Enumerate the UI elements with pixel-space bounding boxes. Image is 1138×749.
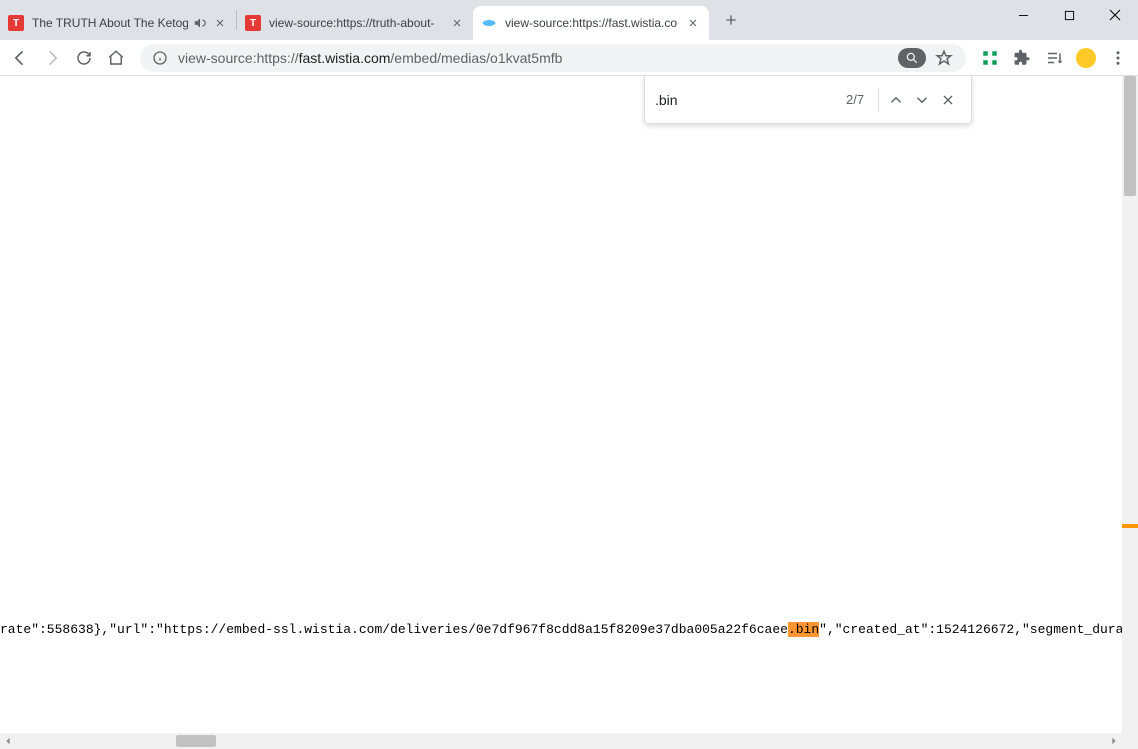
tab-1[interactable]: T The TRUTH About The Ketog <box>0 6 236 40</box>
page-content: 2/7 rate":558638},"url":"https://embed-s… <box>0 76 1122 733</box>
close-icon[interactable] <box>212 15 228 31</box>
extension-grid-icon[interactable] <box>976 44 1004 72</box>
extension-yellow-icon[interactable] <box>1072 44 1100 72</box>
minimize-button[interactable] <box>1000 0 1046 30</box>
favicon-t-icon: T <box>8 15 24 31</box>
find-in-page-bar: 2/7 <box>644 76 972 124</box>
tab-title: view-source:https://fast.wistia.co <box>505 16 681 30</box>
scroll-left-icon[interactable] <box>0 733 16 749</box>
favicon-wistia-icon <box>481 15 497 31</box>
find-close-button[interactable] <box>935 86 961 114</box>
window-close-button[interactable] <box>1092 0 1138 30</box>
address-bar[interactable]: view-source:https://fast.wistia.com/embe… <box>140 44 966 72</box>
tab-3-active[interactable]: view-source:https://fast.wistia.co <box>473 6 709 40</box>
tab-2[interactable]: T view-source:https://truth-about- <box>237 6 473 40</box>
home-button[interactable] <box>102 44 130 72</box>
find-highlight: .bin <box>788 622 819 637</box>
url-text: view-source:https://fast.wistia.com/embe… <box>178 50 898 66</box>
extensions-icon[interactable] <box>1008 44 1036 72</box>
new-tab-button[interactable] <box>717 6 745 34</box>
audio-icon[interactable] <box>192 15 208 31</box>
find-previous-button[interactable] <box>883 86 909 114</box>
scrollbar-corner <box>1122 733 1138 749</box>
scrollbar-track[interactable] <box>16 733 1106 749</box>
forward-button[interactable] <box>38 44 66 72</box>
browser-tab-strip: T The TRUTH About The Ketog T view-sourc… <box>0 0 1138 40</box>
favicon-t-icon: T <box>245 15 261 31</box>
window-controls <box>1000 0 1138 30</box>
scroll-right-icon[interactable] <box>1106 733 1122 749</box>
close-icon[interactable] <box>449 15 465 31</box>
browser-toolbar: view-source:https://fast.wistia.com/embe… <box>0 40 1138 76</box>
back-button[interactable] <box>6 44 34 72</box>
find-input[interactable] <box>655 92 836 108</box>
find-scrollbar-marker <box>1122 524 1138 528</box>
close-icon[interactable] <box>685 15 701 31</box>
maximize-button[interactable] <box>1046 0 1092 30</box>
separator <box>878 88 879 112</box>
site-info-icon[interactable] <box>152 50 168 66</box>
scrollbar-thumb[interactable] <box>1124 76 1136 196</box>
chrome-menu-icon[interactable] <box>1104 44 1132 72</box>
reload-button[interactable] <box>70 44 98 72</box>
scrollbar-thumb[interactable] <box>176 735 216 747</box>
zoom-indicator-icon[interactable] <box>898 48 926 68</box>
find-next-button[interactable] <box>909 86 935 114</box>
tab-title: The TRUTH About The Ketog <box>32 16 188 30</box>
reading-list-icon[interactable] <box>1040 44 1068 72</box>
horizontal-scrollbar[interactable] <box>0 733 1122 749</box>
source-code-line[interactable]: rate":558638},"url":"https://embed-ssl.w… <box>0 622 1122 637</box>
bookmark-star-icon[interactable] <box>934 48 954 68</box>
find-result-count: 2/7 <box>846 92 864 107</box>
tab-title: view-source:https://truth-about- <box>269 16 445 30</box>
vertical-scrollbar[interactable] <box>1122 76 1138 733</box>
